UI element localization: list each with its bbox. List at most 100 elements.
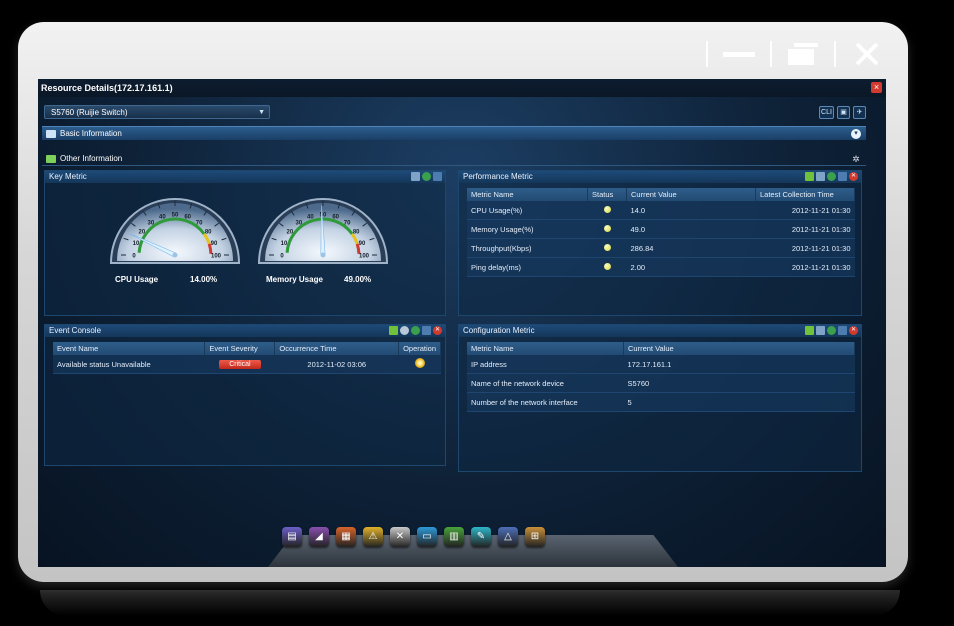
chart-icon[interactable]: ◢ [309,527,329,547]
gauges: 010203040 50 60708090100 010203040 50 607080… [109,198,389,264]
column-header[interactable]: Metric Name [467,342,624,355]
table-row[interactable]: IP address 172.17.161.1 [467,355,855,374]
metric-name: Number of the network interface [467,392,624,412]
grid-icon[interactable] [389,326,398,335]
key-metric-panel: Key Metric 0 10 20 30 40 50 60 70 80 90 100 0 10 20 3… [44,170,446,316]
column-header[interactable]: Latest Collection Time [755,188,855,201]
other-information-bar[interactable]: Other Information ✲ [42,152,866,166]
table-row[interactable]: Name of the network device S5760 [467,373,855,393]
collection-time: 2012-11-21 01:30 [755,201,855,220]
gauge-tick-label: 40 [307,215,314,221]
status-cell [587,257,627,277]
report-icon[interactable]: ▦ [336,527,356,547]
cpu-usage-gauge: 010203040 50 60708090100 [109,198,241,264]
minimize-icon [723,51,755,57]
grid-icon[interactable] [805,326,814,335]
window-close-button[interactable]: × [871,82,882,93]
locate-button[interactable]: ✈ [853,106,866,119]
frame-reflection [40,590,900,616]
column-header[interactable]: Metric Name [467,188,588,201]
gear-icon[interactable] [400,326,409,335]
alarm-icon[interactable]: ⚠ [363,527,383,547]
current-value: 14.0 [626,201,756,220]
refresh-icon[interactable] [411,326,420,335]
table-row[interactable]: Memory Usage(%) 49.0 2012-11-21 01:30 [467,219,855,239]
close-panel-icon[interactable]: ✕ [433,326,442,335]
column-header[interactable]: Current Value [623,342,855,355]
status-cell [587,238,627,258]
panel-button[interactable]: ▣ [837,106,850,119]
metric-name: CPU Usage(%) [467,201,588,220]
column-header[interactable]: Current Value [626,188,756,201]
system-icon[interactable]: ⊞ [525,527,545,547]
column-header[interactable]: Event Name [53,342,206,355]
performance-metric-title: Performance Metric [463,172,533,181]
column-header[interactable]: Status [587,188,627,201]
help-icon[interactable] [838,326,847,335]
close-icon [855,42,879,66]
maximize-icon [788,43,818,65]
expand-icon[interactable]: ▾ [851,129,861,139]
close-panel-icon[interactable]: ✕ [849,172,858,181]
configuration-metric-title: Configuration Metric [463,326,535,335]
edit-icon[interactable] [816,326,825,335]
table-row[interactable]: Ping delay(ms) 2.00 2012-11-21 01:30 [467,257,855,277]
operation-gear-icon[interactable] [414,358,425,368]
key-metric-header: Key Metric [45,171,445,183]
event-console-panel: Event Console ✕ Event Name Event Severit… [44,324,446,466]
gauge-tick-label: 20 [138,229,145,235]
cpu-usage-label: CPU Usage [115,275,159,284]
edit-icon[interactable] [816,172,825,181]
gauge-tick-label: 30 [296,220,303,226]
metric-name: Name of the network device [467,373,624,393]
performance-metric-table: Metric Name Status Current Value Latest … [467,188,855,277]
grid-icon[interactable] [805,172,814,181]
current-value: S5760 [623,373,855,393]
metric-name: Ping delay(ms) [467,257,588,277]
settings-gear-icon[interactable]: ✲ [851,154,861,164]
separator [706,41,708,67]
current-value: 172.17.161.1 [623,355,855,374]
gauge-tick-label: 90 [359,241,366,247]
basic-information-bar[interactable]: Basic Information ▾ [42,126,866,140]
info-icon [46,130,56,138]
table-row[interactable]: Number of the network interface 5 [467,392,855,412]
column-header[interactable]: Operation [398,342,441,355]
refresh-icon[interactable] [827,172,836,181]
help-icon[interactable] [422,326,431,335]
status-normal-icon [603,205,611,213]
other-info-icon [46,155,56,163]
column-header[interactable]: Occurrence Time [274,342,400,355]
close-panel-icon[interactable]: ✕ [849,326,858,335]
event-name: Available status Unavailable [53,355,205,374]
close-button[interactable] [850,39,884,69]
gauge-hub [320,252,326,258]
status-normal-icon [603,224,611,232]
config-icon[interactable]: ✎ [471,527,491,547]
event-console-header: Event Console ✕ [45,325,445,337]
help-icon[interactable] [838,172,847,181]
maximize-button[interactable] [786,39,820,69]
refresh-icon[interactable] [827,326,836,335]
status-normal-icon [603,243,611,251]
topology-icon[interactable]: △ [498,527,518,547]
current-value: 2.00 [626,257,756,277]
gauge-tick-label: 90 [211,241,218,247]
edit-icon[interactable] [411,172,420,181]
separator [834,41,836,67]
column-header[interactable]: Event Severity [204,342,276,355]
device-select[interactable]: S5760 (Ruijie Switch) ▼ [44,105,270,119]
tools-icon[interactable]: ✕ [390,527,410,547]
cli-button[interactable]: CLI [819,106,834,119]
help-icon[interactable] [433,172,442,181]
dock-icons: ▤ ◢ ▦ ⚠ ✕ ▭ ▥ ✎ △ ⊞ [282,527,545,547]
monitor-icon[interactable]: ▭ [417,527,437,547]
table-row[interactable]: Throughput(Kbps) 286.84 2012-11-21 01:30 [467,238,855,258]
statistics-icon[interactable]: ▥ [444,527,464,547]
resource-icon[interactable]: ▤ [282,527,302,547]
refresh-icon[interactable] [422,172,431,181]
table-row[interactable]: CPU Usage(%) 14.0 2012-11-21 01:30 [467,201,855,220]
minimize-button[interactable] [722,39,756,69]
table-row[interactable]: Available status Unavailable Critical 20… [53,355,441,374]
metric-name: Throughput(Kbps) [467,238,588,258]
